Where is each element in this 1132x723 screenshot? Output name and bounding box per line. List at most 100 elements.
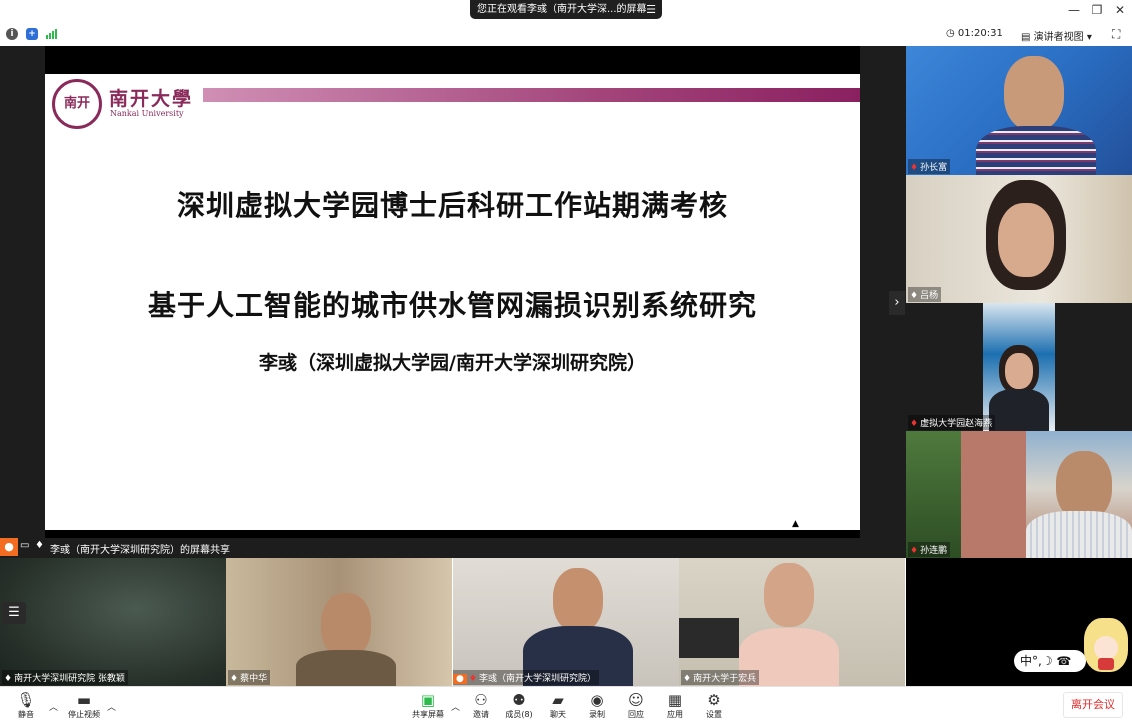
- participant-face: [998, 203, 1054, 277]
- close-button[interactable]: ✕: [1110, 3, 1130, 17]
- participant-name-tag: ♦ 南开大学深圳研究院 张教颖: [2, 670, 128, 685]
- participant-name: 南开大学深圳研究院 张教颖: [14, 674, 125, 684]
- sticker-avatar: [1084, 618, 1128, 672]
- participant-shirt: [1026, 511, 1132, 558]
- university-name-cn: 南开大學: [109, 88, 194, 110]
- video-tile-8[interactable]: ♦ 南开大学于宏兵: [679, 558, 905, 686]
- video-tile-4[interactable]: ♦ 孙连鹏: [906, 431, 1132, 558]
- shared-screen: 南开 南开大學 Nankai University 深圳虚拟大学园博士后科研工作…: [0, 46, 906, 558]
- meeting-timer: ◷ 01:20:31: [946, 28, 1003, 39]
- participant-name-tag: ♦ 蔡中华: [228, 670, 271, 685]
- stop-video-button[interactable]: ▬ 停止视频: [62, 690, 106, 720]
- timer-text: 01:20:31: [957, 28, 1003, 39]
- participant-name-tag: ♦ 虚拟大学园赵海燕: [908, 415, 996, 430]
- reactions-button[interactable]: ☺ 回应: [614, 690, 658, 720]
- shield-icon[interactable]: +: [26, 28, 38, 40]
- participant-face: [764, 563, 814, 627]
- presentation-slide: 南开 南开大學 Nankai University 深圳虚拟大学园博士后科研工作…: [45, 74, 860, 530]
- background-building: [956, 431, 1026, 558]
- zoom-window: 您正在观看李彧（南开大学深...的屏幕 ☰ — ❐ ✕ i + ◷ 01:20:…: [0, 0, 1132, 723]
- mic-muted-icon: ♦: [910, 163, 919, 173]
- apps-label: 应用: [667, 710, 683, 719]
- chevron-right-icon[interactable]: ›: [889, 291, 905, 315]
- mute-button[interactable]: 🎙︎ 静音: [4, 690, 48, 720]
- reaction-icon: ☺: [628, 691, 644, 709]
- chat-button[interactable]: ▰ 聊天: [536, 690, 580, 720]
- slide-title-line2: 基于人工智能的城市供水管网漏损识别系统研究: [147, 289, 757, 322]
- participant-name-tag: ♦ 孙连鹏: [908, 542, 951, 557]
- meeting-info-bar: i + ◷ 01:20:31 ▤ 演讲者视图 ▾ ⛶: [0, 24, 1132, 46]
- participant-name: 李彧（南开大学深圳研究院）: [478, 674, 596, 684]
- share-screen-icon: ▣: [420, 691, 436, 709]
- screen-share-icon: ▭: [20, 540, 30, 551]
- participant-name: 吕杨: [920, 291, 939, 301]
- restore-button[interactable]: ❐: [1087, 3, 1107, 17]
- info-icon[interactable]: i: [6, 28, 18, 40]
- participant-face: [321, 593, 371, 658]
- record-icon: ◉: [590, 691, 604, 709]
- mic-icon: ♦: [683, 674, 692, 684]
- mic-muted-icon: ♦: [910, 419, 919, 429]
- apps-grid-icon: ▦: [667, 691, 683, 709]
- leave-meeting-button[interactable]: 离开会议: [1063, 692, 1123, 718]
- fullscreen-icon[interactable]: ⛶: [1112, 27, 1120, 42]
- ime-indicator[interactable]: 中°,☽ ☎: [1014, 650, 1086, 672]
- title-bar: 您正在观看李彧（南开大学深...的屏幕 ☰ — ❐ ✕: [0, 0, 1132, 22]
- chat-label: 聊天: [550, 710, 566, 719]
- mic-icon: ♦: [910, 291, 919, 301]
- video-tile-5[interactable]: ♦ 南开大学深圳研究院 张教颖: [0, 558, 226, 686]
- participant-shirt: [976, 126, 1096, 175]
- clock-icon: ◷: [946, 28, 955, 39]
- share-status-text: 李彧（南开大学深圳研究院）的屏幕共享: [50, 545, 230, 556]
- share-screen-label: 共享屏幕: [412, 710, 444, 719]
- mic-muted-icon: ♦: [910, 546, 919, 556]
- participant-name-tag: ♦ 孙长富: [908, 159, 951, 174]
- minimize-button[interactable]: —: [1064, 3, 1084, 17]
- video-tile-1[interactable]: ♦ 孙长富: [906, 46, 1132, 175]
- slide-title-line1: 深圳虚拟大学园博士后科研工作站期满考核: [176, 189, 728, 222]
- video-tile-6[interactable]: ♦ 蔡中华: [226, 558, 452, 686]
- settings-button[interactable]: ⚙ 设置: [692, 690, 736, 720]
- participant-name: 虚拟大学园赵海燕: [920, 419, 993, 429]
- chevron-up-icon[interactable]: ︿: [107, 700, 116, 713]
- record-button[interactable]: ◉ 录制: [575, 690, 619, 720]
- meeting-toolbar: 🎙︎ 静音 ︿ ▬ 停止视频 ︿ ▣ 共享屏幕 ︿ ⚇ 邀请 ⚉ 成员(8) ▰…: [0, 686, 1132, 723]
- university-seal-logo: 南开: [52, 79, 102, 129]
- person-icon: ●: [453, 674, 467, 684]
- video-camera-icon: ▬: [76, 691, 92, 709]
- video-tile-2[interactable]: ♦ 吕杨: [906, 175, 1132, 303]
- stop-video-label: 停止视频: [68, 710, 100, 719]
- reactions-label: 回应: [628, 710, 644, 719]
- video-tile-3[interactable]: ♦ 虚拟大学园赵海燕: [906, 303, 1132, 431]
- participants-icon: ⚉: [512, 691, 526, 709]
- participant-name-tag: ♦ 吕杨: [908, 287, 942, 302]
- slide-author: 李彧（深圳虚拟大学园/南开大学深圳研究院）: [259, 352, 646, 374]
- video-tile-empty: 中°,☽ ☎: [906, 558, 1132, 686]
- participant-name-tag: ● ♦ 李彧（南开大学深圳研究院）: [453, 670, 599, 685]
- apps-button[interactable]: ▦ 应用: [653, 690, 697, 720]
- participant-name: 孙连鹏: [920, 546, 948, 556]
- participant-video: [983, 303, 1055, 431]
- participants-label: 成员(8): [505, 710, 533, 719]
- menu-icon[interactable]: ☰: [646, 0, 656, 19]
- background-tv: [679, 618, 739, 658]
- viewing-indicator[interactable]: 您正在观看李彧（南开大学深...的屏幕 ☰: [470, 0, 662, 19]
- mic-icon: ♦: [35, 540, 44, 551]
- settings-label: 设置: [706, 710, 722, 719]
- chevron-up-icon[interactable]: ︿: [49, 700, 58, 713]
- list-icon[interactable]: ☰: [2, 602, 26, 624]
- participant-face: [1004, 56, 1064, 131]
- mute-label: 静音: [18, 710, 34, 719]
- participant-face: [553, 568, 603, 632]
- gear-icon: ⚙: [707, 691, 721, 709]
- participants-button[interactable]: ⚉ 成员(8): [497, 690, 541, 720]
- chat-icon: ▰: [552, 691, 564, 709]
- share-screen-button[interactable]: ▣ 共享屏幕: [406, 690, 450, 720]
- signal-icon[interactable]: [46, 29, 58, 39]
- slide-header-bar: [203, 88, 860, 102]
- view-layout-icon: ▤: [1021, 32, 1031, 43]
- view-mode-button[interactable]: ▤ 演讲者视图 ▾: [1021, 28, 1092, 43]
- video-tile-7[interactable]: ● ♦ 李彧（南开大学深圳研究院）: [453, 558, 679, 686]
- university-name-en: Nankai University: [110, 109, 184, 118]
- participant-name: 蔡中华: [240, 674, 268, 684]
